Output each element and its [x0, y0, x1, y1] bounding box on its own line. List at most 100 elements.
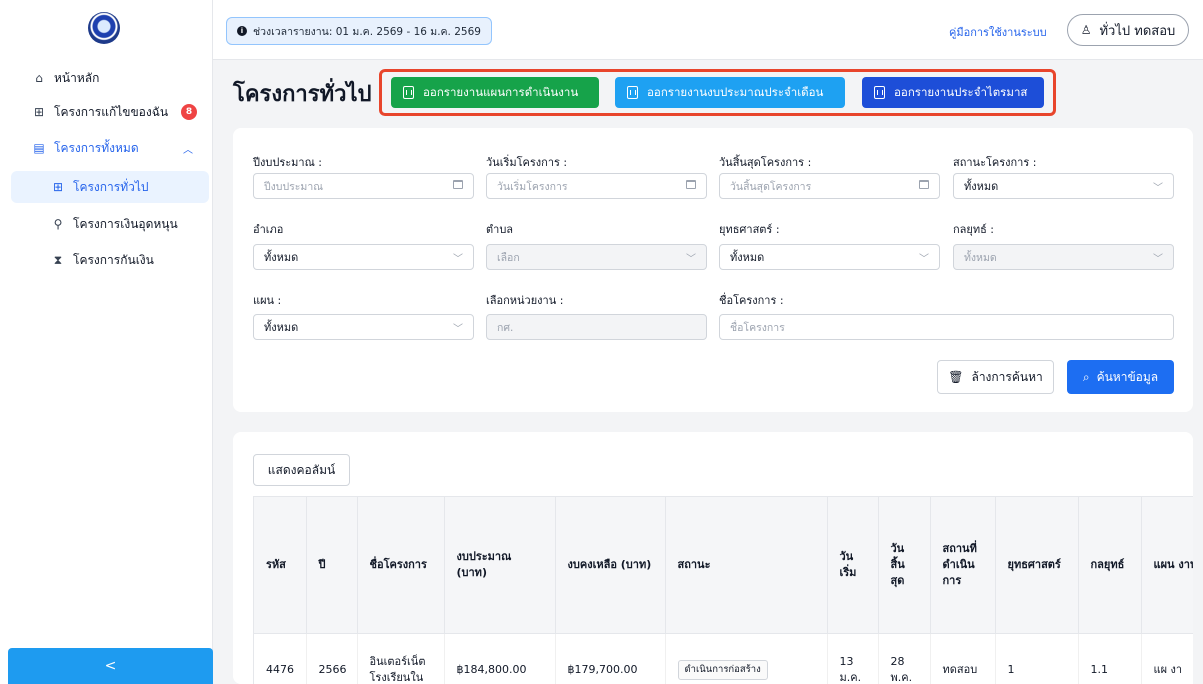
district-label: อำเภอ: [253, 223, 284, 236]
column-header[interactable]: รหัส: [254, 497, 307, 634]
sidebar-item-label: หน้าหลัก: [54, 70, 100, 85]
home-icon: ⌂: [35, 71, 43, 85]
hourglass-icon: ⧗: [53, 252, 63, 267]
subdistrict-select[interactable]: เลือก ﹀: [486, 244, 707, 270]
table-cell: ฿184,800.00: [444, 633, 556, 684]
unit-value: กศ.: [497, 321, 514, 334]
button-label: ออกรายงานงบประมาณประจำเดือน: [647, 84, 824, 99]
table-cell: แผ งา: [1141, 633, 1193, 684]
excel-file-icon: [874, 86, 885, 99]
end-date-picker[interactable]: วันสิ้นสุดโครงการ: [719, 173, 940, 199]
sidebar-collapse-button[interactable]: <: [8, 648, 213, 684]
projects-table: รหัส ปี ชื่อโครงการ งบประมาณ (บาท) งบคงเ…: [253, 496, 1193, 684]
sidebar-item-reserved-projects[interactable]: ⧗ โครงการกันเงิน: [11, 244, 209, 276]
export-quarterly-button[interactable]: ออกรายงานประจำไตรมาส: [862, 77, 1044, 108]
export-monthly-budget-button[interactable]: ออกรายงานงบประมาณประจำเดือน: [615, 77, 845, 108]
page-title: โครงการทั่วไป: [233, 82, 372, 107]
column-header[interactable]: งบประมาณ (บาท): [444, 497, 556, 634]
tactic-select[interactable]: ทั้งหมด ﹀: [953, 244, 1174, 270]
table-cell: 1.1: [1078, 633, 1142, 684]
sidebar-item-label: โครงการทั้งหมด: [54, 140, 139, 155]
sidebar: ⌂ หน้าหลัก ⊞ โครงการแก้ไขของฉัน 8 ▤ โครง…: [0, 0, 213, 684]
sidebar-item-all-projects[interactable]: ▤ โครงการทั้งหมด ︿: [0, 132, 213, 164]
chevron-down-icon: ﹀: [686, 253, 696, 265]
column-header[interactable]: วัน สิ้น สุด: [878, 497, 931, 634]
unit-field[interactable]: กศ.: [486, 314, 707, 340]
column-header[interactable]: สถานะ: [665, 497, 828, 634]
fiscal-year-placeholder: ปีงบประมาณ: [264, 180, 323, 193]
search-icon: ⌕: [1082, 369, 1090, 384]
export-operation-plan-button[interactable]: ออกรายงานแผนการดำเนินงาน: [391, 77, 599, 108]
sidebar-item-general-projects[interactable]: ⊞ โครงการทั่วไป: [11, 171, 209, 203]
sidebar-item-label: โครงการทั่วไป: [73, 179, 149, 194]
clear-search-button[interactable]: 🗑 ล้างการค้นหา: [937, 360, 1054, 394]
project-name-label: ชื่อโครงการ :: [719, 294, 784, 307]
table-cell: ทดสอบ: [930, 633, 996, 684]
start-date-label: วันเริ่มโครงการ :: [486, 156, 568, 169]
plan-value: ทั้งหมด: [264, 321, 299, 334]
district-value: ทั้งหมด: [264, 251, 299, 264]
tactic-label: กลยุทธ์ :: [953, 223, 995, 236]
table-cell: 2566: [306, 633, 358, 684]
user-menu-button[interactable]: ♙ ทั่วไป ทดสอบ: [1067, 14, 1189, 46]
user-icon: ♙: [1080, 23, 1092, 37]
calendar-icon: ▤: [33, 141, 45, 155]
project-name-input[interactable]: ชื่อโครงการ: [719, 314, 1174, 340]
report-period-text: ช่วงเวลารายงาน: 01 ม.ค. 2569 - 16 ม.ค. 2…: [253, 25, 481, 38]
district-select[interactable]: ทั้งหมด ﹀: [253, 244, 474, 270]
plan-select[interactable]: ทั้งหมด ﹀: [253, 314, 474, 340]
table-cell: 1: [995, 633, 1079, 684]
column-header[interactable]: สถานที่ ดำเนิน การ: [930, 497, 996, 634]
show-columns-button[interactable]: แสดงคอลัมน์: [253, 454, 350, 486]
column-header[interactable]: กลยุทธ์: [1078, 497, 1142, 634]
button-label: ออกรายงานประจำไตรมาส: [894, 84, 1028, 99]
notification-badge: 8: [181, 104, 197, 120]
status-value: ทั้งหมด: [964, 180, 999, 193]
table-cell: อินเตอร์เน็ต โรงเรียนใน: [357, 633, 445, 684]
button-label: ค้นหาข้อมูล: [1096, 369, 1159, 384]
end-date-placeholder: วันสิ้นสุดโครงการ: [730, 180, 812, 193]
column-header[interactable]: แผน งาน: [1141, 497, 1193, 634]
grid-icon: ⊞: [52, 180, 64, 194]
calendar-icon: [686, 180, 696, 192]
end-date-label: วันสิ้นสุดโครงการ :: [719, 156, 812, 169]
column-header[interactable]: วัน เริ่ม: [827, 497, 879, 634]
fiscal-year-label: ปีงบประมาณ :: [253, 156, 322, 169]
excel-file-icon: [627, 86, 638, 99]
chevron-down-icon: ﹀: [1153, 182, 1163, 194]
column-header[interactable]: ชื่อโครงการ: [357, 497, 445, 634]
top-bar: i ช่วงเวลารายงาน: 01 ม.ค. 2569 - 16 ม.ค.…: [213, 0, 1203, 60]
status-select[interactable]: ทั้งหมด ﹀: [953, 173, 1174, 199]
excel-file-icon: [403, 86, 414, 99]
table-cell: ฿179,700.00: [555, 633, 666, 684]
calendar-icon: [919, 180, 929, 192]
sidebar-item-label: โครงการเงินอุดหนุน: [73, 216, 178, 231]
report-period-banner: i ช่วงเวลารายงาน: 01 ม.ค. 2569 - 16 ม.ค.…: [226, 17, 492, 45]
sidebar-item-my-edits[interactable]: ⊞ โครงการแก้ไขของฉัน 8: [0, 96, 213, 128]
table-header-row: รหัส ปี ชื่อโครงการ งบประมาณ (บาท) งบคงเ…: [254, 497, 1193, 634]
sidebar-item-home[interactable]: ⌂ หน้าหลัก: [0, 62, 213, 94]
status-label: สถานะโครงการ :: [953, 156, 1037, 169]
subdistrict-label: ตำบล: [486, 223, 514, 236]
user-manual-link[interactable]: คู่มือการใช้งานระบบ: [949, 23, 1047, 41]
table-cell: 4476: [254, 633, 307, 684]
tactic-value: ทั้งหมด: [964, 251, 997, 264]
fiscal-year-picker[interactable]: ปีงบประมาณ: [253, 173, 474, 199]
sidebar-item-label: โครงการแก้ไขของฉัน: [54, 104, 169, 119]
strategy-select[interactable]: ทั้งหมด ﹀: [719, 244, 940, 270]
start-date-placeholder: วันเริ่มโครงการ: [497, 180, 568, 193]
sidebar-item-label: โครงการกันเงิน: [73, 252, 154, 267]
column-header[interactable]: ปี: [306, 497, 358, 634]
clear-icon: 🗑: [948, 370, 964, 384]
table-cell: ดำเนินการก่อสร้าง: [665, 633, 828, 684]
chevron-down-icon: ﹀: [453, 323, 463, 335]
table-row[interactable]: 4476 2566 อินเตอร์เน็ต โรงเรียนใน ฿184,8…: [254, 633, 1193, 684]
sidebar-item-subsidy-projects[interactable]: ⚲ โครงการเงินอุดหนุน: [11, 208, 209, 240]
unit-label: เลือกหน่วยงาน :: [486, 294, 564, 307]
start-date-picker[interactable]: วันเริ่มโครงการ: [486, 173, 707, 199]
column-header[interactable]: ยุทธศาสตร์: [995, 497, 1079, 634]
subdistrict-value: เลือก: [497, 251, 520, 264]
column-header[interactable]: งบคงเหลือ (บาท): [555, 497, 666, 634]
search-button[interactable]: ⌕ ค้นหาข้อมูล: [1067, 360, 1174, 394]
grid-icon: ⊞: [33, 105, 45, 119]
